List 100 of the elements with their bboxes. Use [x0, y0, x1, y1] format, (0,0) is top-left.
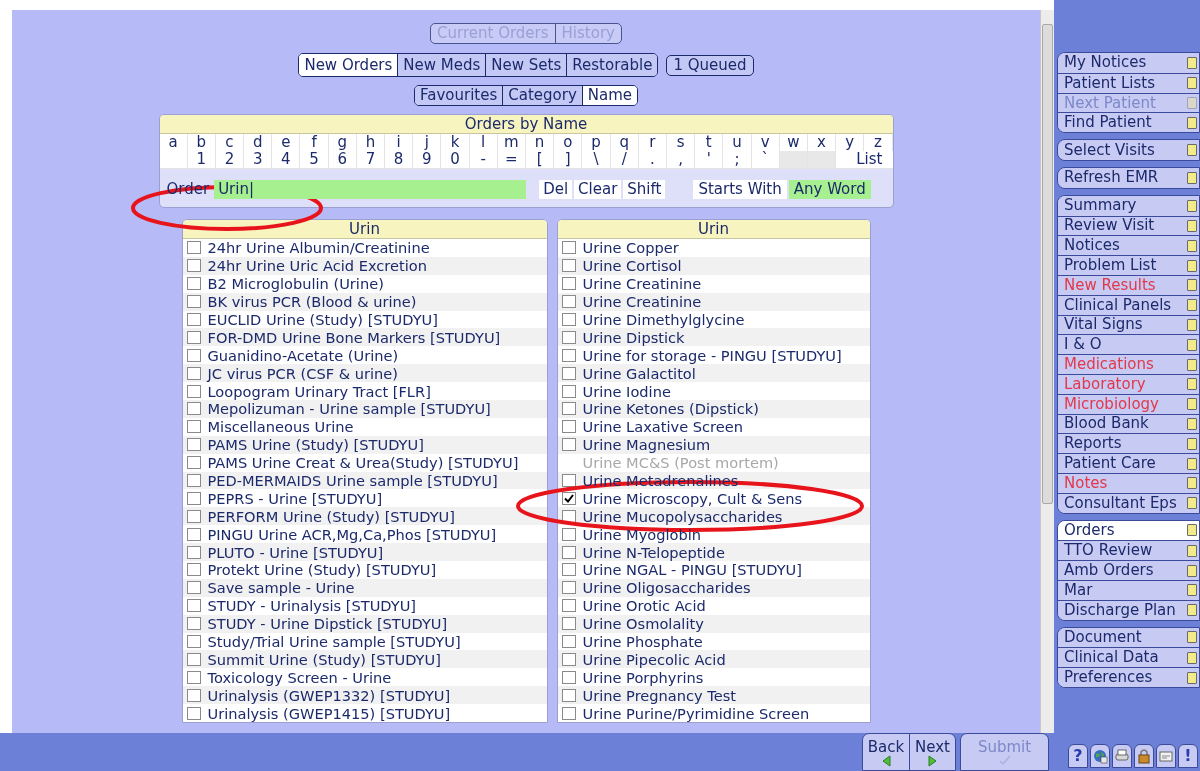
- mode-button[interactable]: Any Word: [788, 180, 871, 199]
- checkbox[interactable]: [561, 402, 576, 416]
- order-item[interactable]: Urine Copper: [579, 239, 679, 257]
- checkbox[interactable]: [186, 652, 201, 666]
- sidebar-item[interactable]: Vital Signs: [1058, 314, 1199, 335]
- symbol-key[interactable]: 7: [356, 151, 386, 168]
- tab[interactable]: New Orders: [299, 54, 398, 76]
- scroll-thumb[interactable]: [1042, 24, 1053, 504]
- order-item[interactable]: PAMS Urine Creat & Urea(Study) [STUDYU]: [204, 454, 519, 472]
- order-item[interactable]: Miscellaneous Urine: [204, 418, 354, 436]
- checkbox[interactable]: [561, 295, 576, 309]
- checkbox[interactable]: [186, 635, 201, 649]
- help-button[interactable]: ?: [1068, 744, 1088, 768]
- list-key[interactable]: List: [836, 151, 893, 168]
- checkbox[interactable]: [561, 545, 576, 559]
- symbol-key[interactable]: 4: [272, 151, 301, 168]
- key-button[interactable]: Shift: [623, 180, 666, 199]
- sidebar-item[interactable]: Select Visits: [1058, 140, 1199, 160]
- order-item[interactable]: Urine Purine/Pyrimidine Screen: [579, 704, 810, 722]
- sidebar-item[interactable]: Reports: [1058, 433, 1199, 454]
- order-item[interactable]: STUDY - Urinalysis [STUDYU]: [204, 597, 417, 615]
- tool-button[interactable]: [1112, 744, 1132, 768]
- order-item[interactable]: Urine Dimethylglycine: [579, 311, 745, 328]
- order-item[interactable]: EUCLID Urine (Study) [STUDYU]: [204, 311, 438, 328]
- nav-button[interactable]: Next: [909, 734, 955, 770]
- order-item[interactable]: Urine Myoglobin: [579, 525, 702, 543]
- order-item[interactable]: Urine Phosphate: [579, 633, 703, 651]
- checkbox[interactable]: [561, 259, 576, 273]
- order-item[interactable]: Urinalysis (GWEP1415) [STUDYU]: [204, 704, 451, 722]
- symbol-key[interactable]: ]: [554, 151, 583, 168]
- checkbox[interactable]: [561, 384, 576, 398]
- checkbox[interactable]: [561, 706, 576, 720]
- sidebar-item[interactable]: Orders: [1058, 520, 1199, 541]
- symbol-key[interactable]: [: [526, 151, 555, 168]
- order-item[interactable]: Urine Creatinine: [579, 275, 702, 293]
- order-item[interactable]: Guanidino-Acetate (Urine): [204, 346, 399, 364]
- order-item[interactable]: Urine Laxative Screen: [579, 418, 743, 436]
- checkbox[interactable]: [561, 348, 576, 362]
- checkbox[interactable]: [186, 420, 201, 434]
- order-item[interactable]: Urine for storage - PINGU [STUDYU]: [579, 346, 842, 364]
- checkbox[interactable]: [186, 259, 201, 273]
- checkbox[interactable]: [186, 706, 201, 720]
- order-item[interactable]: Protekt Urine (Study) [STUDYU]: [204, 561, 437, 579]
- symbol-key[interactable]: ,: [666, 151, 696, 168]
- nav-button[interactable]: Back: [863, 734, 909, 770]
- key-button[interactable]: Clear: [574, 180, 622, 199]
- symbol-key[interactable]: 1: [187, 151, 216, 168]
- checkbox[interactable]: [186, 384, 201, 398]
- sidebar-item[interactable]: Refresh EMR: [1058, 168, 1199, 188]
- symbol-key[interactable]: ;: [723, 151, 752, 168]
- checkbox[interactable]: [561, 277, 576, 291]
- checkbox[interactable]: [561, 688, 576, 702]
- checkbox[interactable]: [561, 438, 576, 452]
- checkbox[interactable]: [186, 581, 201, 595]
- key-button[interactable]: Del: [539, 180, 573, 199]
- order-item[interactable]: Toxicology Screen - Urine: [204, 668, 392, 686]
- tab[interactable]: Category: [502, 86, 582, 105]
- sidebar-item[interactable]: Summary: [1058, 195, 1199, 216]
- tab[interactable]: Name: [581, 86, 638, 105]
- order-item[interactable]: B2 Microglobulin (Urine): [204, 275, 384, 293]
- symbol-key[interactable]: 5: [300, 151, 329, 168]
- sidebar-item[interactable]: Amb Orders: [1058, 560, 1199, 580]
- order-item[interactable]: Urine Porphyrins: [579, 668, 704, 686]
- alert-button[interactable]: !: [1178, 744, 1198, 768]
- sidebar-item[interactable]: Find Patient: [1058, 112, 1199, 133]
- checkbox[interactable]: [186, 438, 201, 452]
- sidebar-item[interactable]: Preferences: [1058, 667, 1199, 687]
- checkbox[interactable]: [561, 366, 576, 380]
- checkbox[interactable]: [561, 474, 576, 487]
- tool-button[interactable]: [1090, 744, 1110, 768]
- checkbox[interactable]: [186, 509, 201, 523]
- checkbox[interactable]: [561, 313, 576, 326]
- checkbox[interactable]: [561, 420, 576, 434]
- checkbox[interactable]: [186, 545, 201, 559]
- checkbox[interactable]: [186, 366, 201, 380]
- symbol-key[interactable]: 8: [385, 151, 414, 168]
- order-item[interactable]: Loopogram Urinary Tract [FLR]: [204, 382, 431, 400]
- checkbox[interactable]: [561, 241, 576, 255]
- symbol-key[interactable]: 9: [413, 151, 442, 168]
- queued-button[interactable]: 1 Queued: [666, 55, 754, 76]
- symbol-key[interactable]: `: [751, 151, 780, 168]
- scrollbar[interactable]: [1040, 10, 1054, 733]
- symbol-key[interactable]: 6: [328, 151, 357, 168]
- tool-button[interactable]: [1134, 744, 1154, 768]
- symbol-key[interactable]: 2: [215, 151, 245, 168]
- symbol-key[interactable]: \: [582, 151, 611, 168]
- checkbox[interactable]: [186, 688, 201, 702]
- order-item[interactable]: Urine Microscopy, Cult & Sens: [579, 489, 803, 507]
- symbol-key[interactable]: -: [469, 151, 498, 168]
- checkbox[interactable]: [186, 277, 201, 291]
- tab[interactable]: New Meds: [397, 54, 486, 76]
- checkbox[interactable]: [186, 330, 201, 344]
- symbol-key[interactable]: .: [638, 151, 667, 168]
- checkbox[interactable]: [561, 635, 576, 649]
- checkbox[interactable]: [561, 491, 576, 505]
- sidebar-item[interactable]: Consultant Eps: [1058, 492, 1199, 513]
- tab[interactable]: Restorable: [566, 54, 658, 76]
- sidebar-item[interactable]: My Notices: [1058, 53, 1199, 73]
- mode-button[interactable]: Starts With: [693, 180, 787, 199]
- symbol-key[interactable]: 0: [441, 151, 470, 168]
